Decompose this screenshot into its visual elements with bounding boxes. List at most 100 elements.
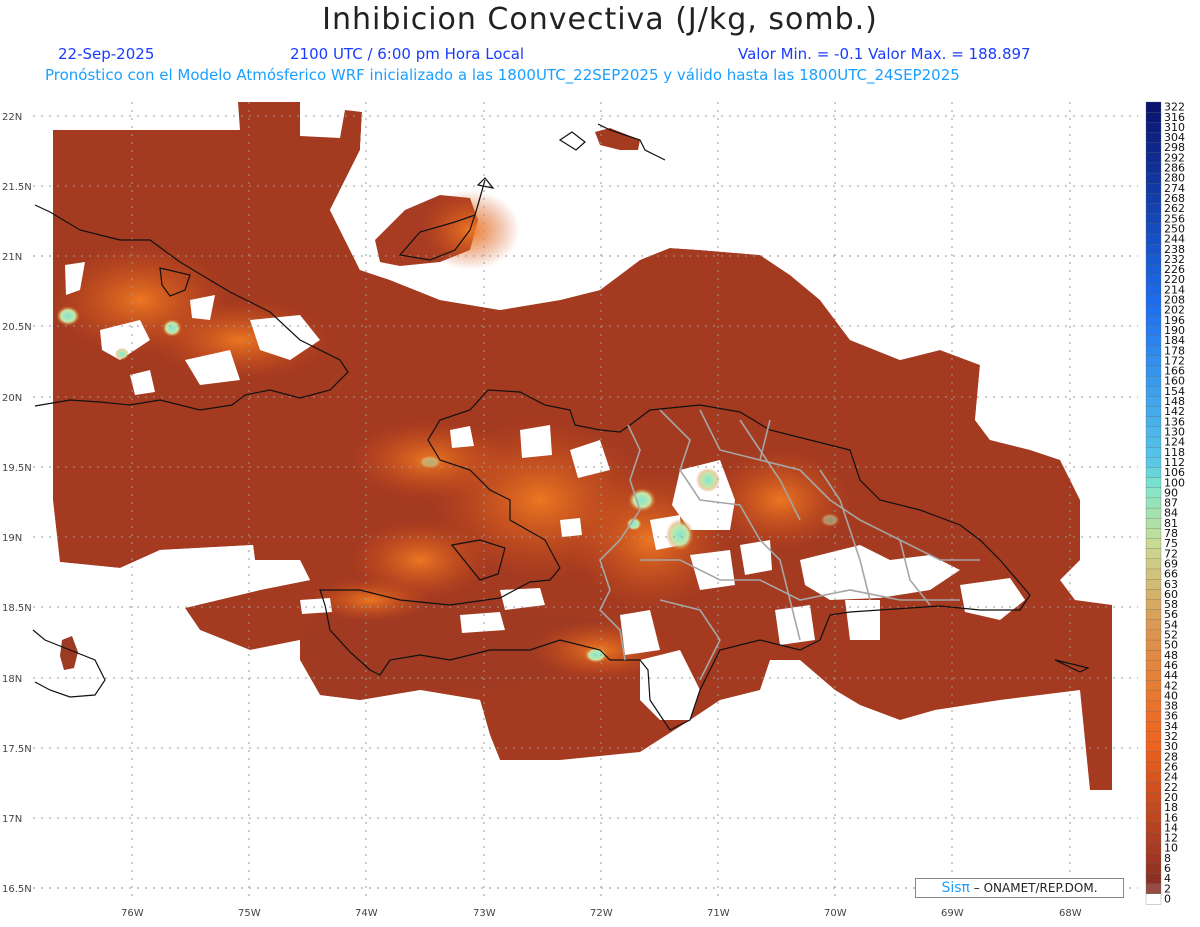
colorbar-swatch [1145,112,1162,123]
lat-label: 20.5N [2,322,32,333]
colorbar-swatch [1145,304,1162,316]
colorbar-swatch [1145,548,1162,560]
lat-label: 18N [2,674,22,685]
cin-map: 22N 21.5N 21N 20.5N 20N 19.5N 19N 18.5N … [2,101,1185,919]
colorbar-swatch [1145,122,1162,133]
colorbar-swatch [1145,264,1162,276]
colorbar-swatch [1145,782,1162,793]
colorbar-swatch [1145,558,1162,570]
colorbar-swatch [1145,792,1162,803]
colorbar-swatch [1145,507,1162,519]
colorbar-swatch [1145,771,1162,783]
lon-label: 69W [941,908,964,919]
colorbar-swatch [1145,345,1162,357]
colorbar-swatch [1145,812,1162,824]
colorbar-swatch [1145,447,1162,458]
colorbar-swatch [1145,853,1162,864]
colorbar-swatch [1145,568,1162,580]
lon-label: 73W [473,908,496,919]
lat-label: 18.5N [2,603,32,614]
colorbar-swatch [1145,609,1162,621]
colorbar-swatch [1145,842,1162,854]
colorbar-swatch [1145,619,1162,631]
colorbar-swatch [1145,731,1162,743]
colorbar-swatch [1145,172,1162,184]
lon-label: 72W [590,908,613,919]
colorbar-swatch [1145,690,1162,702]
lat-label: 17.5N [2,744,32,755]
colorbar-swatch [1145,315,1162,326]
colorbar-swatch [1145,538,1162,550]
colorbar-swatch [1145,162,1162,174]
colorbar-swatch [1145,375,1162,387]
lat-label: 20N [2,393,22,404]
colorbar-swatch [1145,355,1162,367]
credit-text: – ONAMET/REP.DOM. [969,881,1098,895]
colorbar-swatch [1145,396,1162,408]
colorbar-swatch [1145,487,1162,499]
colorbar-swatch [1145,518,1162,529]
colorbar-swatch [1145,873,1162,885]
colorbar-swatch [1145,335,1162,347]
colorbar-swatch [1145,254,1162,265]
colorbar-swatch [1145,822,1162,834]
colorbar-swatch [1145,893,1162,905]
colorbar-swatch [1145,670,1162,682]
colorbar-swatch [1145,467,1162,479]
colorbar-swatch [1145,426,1162,438]
colorbar-swatch [1145,457,1162,468]
colorbar-swatch [1145,589,1162,600]
colorbar-swatch [1145,284,1162,296]
colorbar-swatch [1145,802,1162,814]
lat-label: 17N [2,814,22,825]
colorbar-swatch [1145,294,1162,306]
colorbar-swatch [1145,863,1162,874]
lat-label: 21N [2,252,22,263]
colorbar-swatch [1145,629,1162,641]
lat-label: 16.5N [2,884,32,895]
colorbar-swatch [1145,477,1162,489]
colorbar-swatch [1145,243,1162,255]
colorbar-swatch [1145,213,1162,225]
colorbar: 3223163103042982922862802742682622562502… [1145,101,1185,905]
sispi-logo: Sisπ [941,880,970,896]
colorbar-swatch [1145,599,1162,611]
colorbar-swatch [1145,183,1162,194]
colorbar-swatch [1145,132,1162,144]
colorbar-swatch [1145,741,1162,753]
colorbar-swatch [1145,365,1162,377]
colorbar-swatch [1145,751,1162,763]
colorbar-swatch [1145,578,1162,590]
colorbar-swatch [1145,710,1162,722]
colorbar-swatch [1145,142,1162,154]
colorbar-swatch [1145,883,1162,895]
colorbar-swatch [1145,193,1162,204]
colorbar-swatch [1145,274,1162,286]
colorbar-swatch [1145,497,1162,509]
colorbar-swatch [1145,233,1162,245]
colorbar-swatch [1145,680,1162,692]
colorbar-swatch [1145,528,1162,539]
latitude-labels: 22N 21.5N 21N 20.5N 20N 19.5N 19N 18.5N … [2,112,32,895]
lon-label: 68W [1059,908,1082,919]
lon-label: 76W [121,908,144,919]
colorbar-swatch [1145,650,1162,661]
lat-label: 19.5N [2,463,32,474]
colorbar-swatch [1145,406,1162,418]
colorbar-swatch [1145,152,1162,164]
colorbar-swatch [1145,761,1162,773]
lon-label: 70W [824,908,847,919]
lon-label: 75W [238,908,261,919]
colorbar-swatch [1145,203,1162,215]
colorbar-swatch [1145,416,1162,428]
colorbar-swatch [1145,325,1162,336]
lat-label: 22N [2,112,22,123]
colorbar-swatch [1145,721,1162,732]
colorbar-swatch [1145,639,1162,651]
lat-label: 21.5N [2,182,32,193]
colorbar-swatch [1145,660,1162,671]
longitude-labels: 76W 75W 74W 73W 72W 71W 70W 69W 68W [121,908,1082,919]
colorbar-swatch [1145,832,1162,844]
lon-label: 74W [355,908,378,919]
colorbar-label: 0 [1164,892,1171,905]
